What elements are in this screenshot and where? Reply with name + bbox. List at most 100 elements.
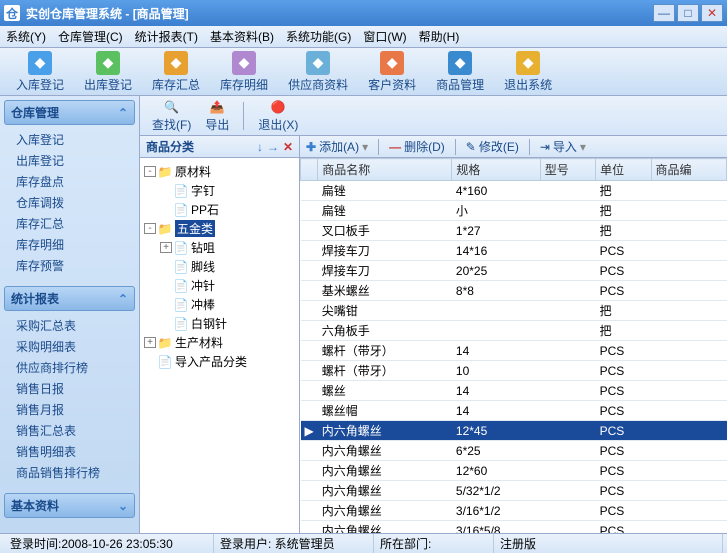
table-row[interactable]: 螺杆（带牙）10PCS <box>301 361 727 381</box>
table-row[interactable]: 内六角螺丝3/16*5/8PCS <box>301 521 727 534</box>
statusbar: 登录时间:2008-10-26 23:05:30 登录用户: 系统管理员 所在部… <box>0 533 727 553</box>
table-row[interactable]: 叉口板手1*27把 <box>301 221 727 241</box>
window-title: 实创仓库管理系统 - [商品管理] <box>26 5 651 22</box>
menu-item[interactable]: 仓库管理(C) <box>58 28 123 45</box>
sidebar-item[interactable]: 供应商排行榜 <box>16 357 135 378</box>
sidebar-group-header[interactable]: 基本资料⌄ <box>4 493 135 518</box>
menu-item[interactable]: 系统功能(G) <box>286 28 351 45</box>
toolbar-button[interactable]: ◆退出系统 <box>496 49 560 95</box>
table-row[interactable]: 内六角螺丝5/32*1/2PCS <box>301 481 727 501</box>
tree-node[interactable]: -📁五金类 <box>142 219 297 238</box>
table-row[interactable]: 焊接车刀14*16PCS <box>301 241 727 261</box>
sidebar-item[interactable]: 采购汇总表 <box>16 315 135 336</box>
menu-item[interactable]: 帮助(H) <box>419 28 460 45</box>
maximize-button[interactable]: □ <box>677 4 699 22</box>
table-row[interactable]: 尖嘴钳把 <box>301 301 727 321</box>
sidebar-item[interactable]: 仓库调拨 <box>16 192 135 213</box>
table-row[interactable]: 内六角螺丝12*60PCS <box>301 461 727 481</box>
tree-node[interactable]: 📄冲针 <box>142 276 297 295</box>
table-row[interactable]: ▶内六角螺丝12*45PCS <box>301 421 727 441</box>
menu-item[interactable]: 基本资料(B) <box>210 28 274 45</box>
tree-node[interactable]: 📄字钉 <box>142 181 297 200</box>
menu-item[interactable]: 窗口(W) <box>363 28 406 45</box>
table-row[interactable]: 内六角螺丝3/16*1/2PCS <box>301 501 727 521</box>
export-icon: 📤 <box>208 98 226 116</box>
edit-button[interactable]: ✎修改(E) <box>466 138 519 155</box>
tree-node[interactable]: 📄脚线 <box>142 257 297 276</box>
column-header[interactable]: 商品编 <box>651 159 727 181</box>
toolbar-button[interactable]: ◆入库登记 <box>8 49 72 95</box>
sidebar-item[interactable]: 出库登记 <box>16 150 135 171</box>
column-header[interactable] <box>301 159 318 181</box>
add-button[interactable]: ✚添加(A) ▾ <box>306 138 368 155</box>
sidebar-item[interactable]: 销售日报 <box>16 378 135 399</box>
table-row[interactable]: 扁锉小把 <box>301 201 727 221</box>
close-button[interactable]: ✕ <box>701 4 723 22</box>
table-row[interactable]: 内六角螺丝6*25PCS <box>301 441 727 461</box>
toolbar-button[interactable]: ◆商品管理 <box>428 49 492 95</box>
sidebar-item[interactable]: 销售月报 <box>16 399 135 420</box>
menubar: 系统(Y) 仓库管理(C) 统计报表(T) 基本资料(B) 系统功能(G) 窗口(W) 帮助… <box>0 26 727 48</box>
tree-down-icon[interactable]: ↓ <box>257 140 263 154</box>
app-icon: 仓 <box>4 5 20 21</box>
status-login-time: 登录时间:2008-10-26 23:05:30 <box>4 534 214 553</box>
toolbar-button[interactable]: ◆库存明细 <box>212 49 276 95</box>
minimize-button[interactable]: — <box>653 4 675 22</box>
tree-node[interactable]: 📄导入产品分类 <box>142 352 297 371</box>
sidebar-item[interactable]: 采购明细表 <box>16 336 135 357</box>
toolbar-button[interactable]: ◆供应商资料 <box>280 49 356 95</box>
pencil-icon: ✎ <box>466 140 476 154</box>
sidebar-item[interactable]: 销售汇总表 <box>16 420 135 441</box>
table-row[interactable]: 焊接车刀20*25PCS <box>301 261 727 281</box>
sidebar-group-header[interactable]: 统计报表⌃ <box>4 286 135 311</box>
minus-icon: — <box>389 140 401 154</box>
tree-node[interactable]: +📄钻咀 <box>142 238 297 257</box>
tree-node[interactable]: -📁原材料 <box>142 162 297 181</box>
category-tree[interactable]: -📁原材料📄字钉📄PP石-📁五金类+📄钻咀📄脚线📄冲针📄冲棒📄白钢针+📁生产材料… <box>140 158 299 533</box>
toolbar-button[interactable]: ◆客户资料 <box>360 49 424 95</box>
sidebar-group-header[interactable]: 仓库管理⌃ <box>4 100 135 125</box>
column-header[interactable]: 商品名称 <box>318 159 452 181</box>
plus-icon: ✚ <box>306 140 316 154</box>
tree-node[interactable]: 📄冲棒 <box>142 295 297 314</box>
sidebar-item[interactable]: 销售明细表 <box>16 441 135 462</box>
tree-node[interactable]: +📁生产材料 <box>142 333 297 352</box>
sidebar-item[interactable]: 库存汇总 <box>16 213 135 234</box>
table-row[interactable]: 基米螺丝8*8PCS <box>301 281 727 301</box>
search-icon: 🔍 <box>163 98 181 116</box>
table-row[interactable]: 螺丝帽14PCS <box>301 401 727 421</box>
import-icon: ⇥ <box>540 140 550 154</box>
status-dept: 所在部门: <box>374 534 494 553</box>
tree-close-icon[interactable]: ✕ <box>283 140 293 154</box>
menu-item[interactable]: 统计报表(T) <box>135 28 198 45</box>
sidebar-item[interactable]: 库存明细 <box>16 234 135 255</box>
toolbar-button[interactable]: ◆库存汇总 <box>144 49 208 95</box>
find-button[interactable]: 🔍查找(F) <box>148 96 195 135</box>
table-row[interactable]: 六角板手把 <box>301 321 727 341</box>
tree-node[interactable]: 📄PP石 <box>142 200 297 219</box>
table-row[interactable]: 螺杆（带牙）14PCS <box>301 341 727 361</box>
table-row[interactable]: 扁锉4*160把 <box>301 181 727 201</box>
table-row[interactable]: 螺丝14PCS <box>301 381 727 401</box>
tree-right-icon[interactable]: → <box>267 140 279 154</box>
product-grid[interactable]: 商品名称规格型号单位商品编扁锉4*160把扁锉小把叉口板手1*27把焊接车刀14… <box>300 158 727 533</box>
sub-toolbar: 🔍查找(F) 📤导出 🔴退出(X) <box>140 96 727 136</box>
import-button[interactable]: ⇥导入 ▾ <box>540 138 586 155</box>
sidebar: 仓库管理⌃ 入库登记出库登记库存盘点仓库调拨库存汇总库存明细库存预警统计报表⌃ 采购… <box>0 96 140 533</box>
export-button[interactable]: 📤导出 <box>201 96 233 135</box>
toolbar-button[interactable]: ◆出库登记 <box>76 49 140 95</box>
column-header[interactable]: 型号 <box>540 159 595 181</box>
sidebar-item[interactable]: 库存盘点 <box>16 171 135 192</box>
menu-item[interactable]: 系统(Y) <box>6 28 46 45</box>
exit-icon: 🔴 <box>269 98 287 116</box>
status-version: 注册版 <box>494 534 723 553</box>
main-toolbar: ◆入库登记◆出库登记◆库存汇总◆库存明细◆供应商资料◆客户资料◆商品管理◆退出系… <box>0 48 727 96</box>
delete-button[interactable]: —删除(D) <box>389 138 445 155</box>
tree-node[interactable]: 📄白钢针 <box>142 314 297 333</box>
exit-button[interactable]: 🔴退出(X) <box>254 96 302 135</box>
column-header[interactable]: 单位 <box>596 159 651 181</box>
sidebar-item[interactable]: 入库登记 <box>16 129 135 150</box>
sidebar-item[interactable]: 商品销售排行榜 <box>16 462 135 483</box>
column-header[interactable]: 规格 <box>452 159 540 181</box>
sidebar-item[interactable]: 库存预警 <box>16 255 135 276</box>
